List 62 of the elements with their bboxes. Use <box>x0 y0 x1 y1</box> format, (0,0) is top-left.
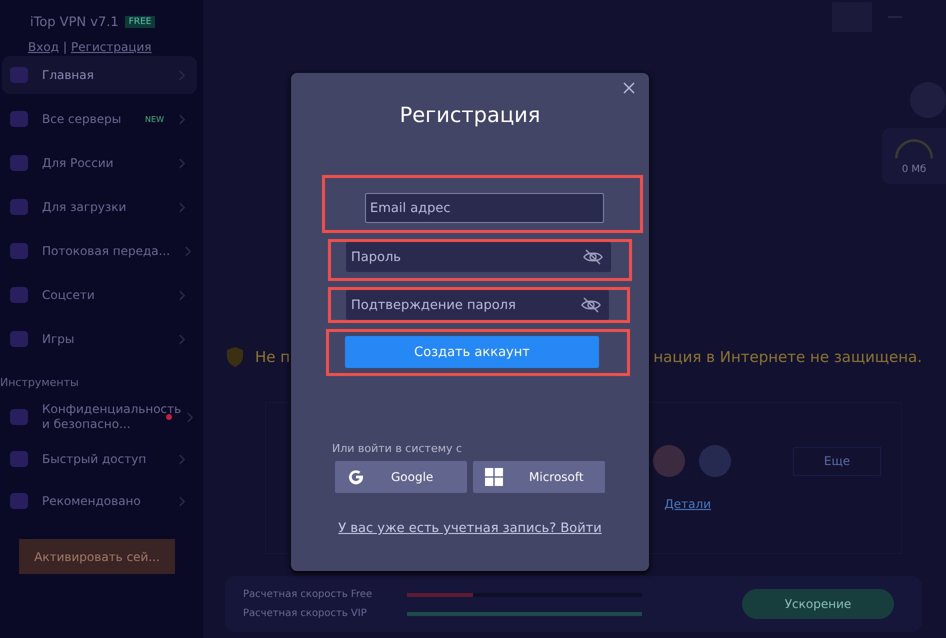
activate-button[interactable]: Активировать сей... <box>19 539 175 574</box>
chevron-icon <box>186 412 193 422</box>
menu-icon <box>10 199 28 215</box>
alt-login-label: Или войти в систему с <box>332 442 462 455</box>
app-title: iTop VPN v7.1 <box>30 14 119 30</box>
new-label: NEW <box>145 114 164 124</box>
sidebar-item[interactable]: Для загрузки <box>2 188 197 226</box>
menu-icon <box>10 243 28 259</box>
sidebar-item[interactable]: Для России <box>2 144 197 182</box>
sign-in-link[interactable]: У вас уже есть учетная запись? Войти <box>338 521 602 536</box>
sidebar-item[interactable]: Все серверы NEW <box>2 100 197 138</box>
sidebar-item[interactable]: Быстрый доступ <box>2 439 197 479</box>
speed-label: Расчетная скорость Free <box>243 589 374 600</box>
chevron-icon <box>178 334 185 344</box>
input-field[interactable]: Email адрес <box>365 193 604 223</box>
chevron-icon <box>184 246 192 256</box>
close-icon[interactable] <box>623 82 635 94</box>
boost-button[interactable]: Ускорение <box>742 589 894 619</box>
tool-icon <box>10 409 28 425</box>
chevron-icon <box>178 70 185 80</box>
input-field[interactable]: Подтверждение пароля <box>346 290 609 320</box>
sidebar-item[interactable]: Соцсети <box>2 276 197 314</box>
sidebar-item[interactable]: Игры <box>2 320 197 358</box>
hidden-eye-icon[interactable] <box>583 249 603 265</box>
windows-grid-icon <box>485 468 503 486</box>
create-account-button[interactable]: Создать аккаунт <box>345 336 599 368</box>
menu-icon <box>10 331 28 347</box>
warning-text: нация в Интернете не защищена. <box>653 348 922 366</box>
more-dropdown[interactable]: Еще <box>793 446 881 476</box>
menu-icon <box>10 67 28 83</box>
separator-text: | <box>62 40 68 54</box>
tool-icon <box>10 493 28 509</box>
sidebar-item[interactable]: Потоковая переда... <box>2 232 197 270</box>
register-link[interactable]: Регистрация <box>71 40 152 54</box>
hidden-eye-icon[interactable] <box>581 297 601 313</box>
menu-icon <box>10 111 28 127</box>
microsoft-button[interactable]: Microsoft <box>473 461 605 493</box>
sidebar-item[interactable]: Главная <box>2 56 197 94</box>
input-field[interactable]: Пароль <box>346 242 611 272</box>
chevron-icon <box>178 496 185 506</box>
menu-icon <box>10 155 28 171</box>
sidebar-item[interactable]: Рекомендовано <box>2 481 197 521</box>
speed-label: Расчетная скорость VIP <box>243 608 368 619</box>
google-button[interactable]: Google <box>335 461 467 493</box>
section-heading: Инструменты <box>0 376 80 389</box>
chevron-icon <box>178 454 185 464</box>
gauge-icon <box>892 138 936 160</box>
tool-icon <box>10 451 28 467</box>
chevron-icon <box>178 202 185 212</box>
plan-badge: FREE <box>124 16 156 28</box>
login-link[interactable]: Вход <box>28 40 59 54</box>
ping-value: 0 Мб <box>902 164 926 174</box>
warning-text: Не п <box>255 348 290 366</box>
chevron-icon <box>178 158 185 168</box>
menu-icon <box>10 287 28 303</box>
chevron-icon <box>178 114 185 124</box>
chevron-icon <box>178 290 185 300</box>
details-link[interactable]: Детали <box>664 497 711 511</box>
shield-icon <box>225 346 245 368</box>
dialog-title: Регистрация <box>400 103 540 127</box>
sidebar-item[interactable]: Конфиденциальность и безопасно... <box>2 397 197 437</box>
g-letter-icon <box>347 468 365 486</box>
